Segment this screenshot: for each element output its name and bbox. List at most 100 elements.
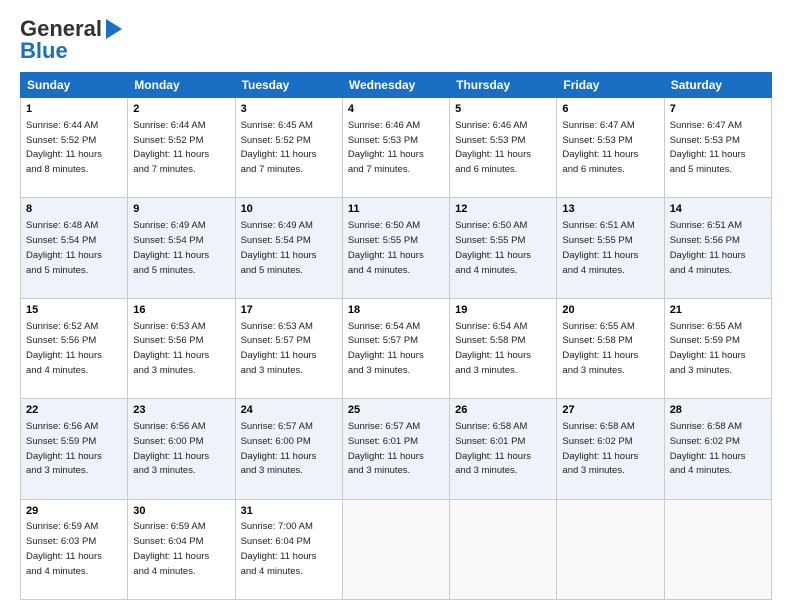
day-info: Sunrise: 6:50 AMSunset: 5:55 PMDaylight:… <box>348 220 424 275</box>
day-number: 2 <box>133 102 229 117</box>
day-info: Sunrise: 6:53 AMSunset: 5:56 PMDaylight:… <box>133 321 209 376</box>
day-number: 5 <box>455 102 551 117</box>
calendar-cell: 21 Sunrise: 6:55 AMSunset: 5:59 PMDayligh… <box>664 298 771 398</box>
day-number: 12 <box>455 202 551 217</box>
calendar-header-saturday: Saturday <box>664 73 771 98</box>
calendar-header-friday: Friday <box>557 73 664 98</box>
day-number: 10 <box>241 202 337 217</box>
day-number: 4 <box>348 102 444 117</box>
day-number: 13 <box>562 202 658 217</box>
day-info: Sunrise: 6:58 AMSunset: 6:02 PMDaylight:… <box>670 421 746 476</box>
day-number: 16 <box>133 303 229 318</box>
day-info: Sunrise: 6:51 AMSunset: 5:55 PMDaylight:… <box>562 220 638 275</box>
day-number: 1 <box>26 102 122 117</box>
calendar-cell: 23Sunrise: 6:56 AMSunset: 6:00 PMDayligh… <box>128 399 235 499</box>
calendar-cell: 30 Sunrise: 6:59 AMSunset: 6:04 PMDayligh… <box>128 499 235 599</box>
calendar-cell: 9 Sunrise: 6:49 AMSunset: 5:54 PMDaylight… <box>128 198 235 298</box>
day-info: Sunrise: 6:58 AMSunset: 6:01 PMDaylight:… <box>455 421 531 476</box>
day-number: 17 <box>241 303 337 318</box>
day-info: Sunrise: 6:52 AMSunset: 5:56 PMDaylight:… <box>26 321 102 376</box>
day-info: Sunrise: 6:48 AMSunset: 5:54 PMDaylight:… <box>26 220 102 275</box>
day-number: 20 <box>562 303 658 318</box>
day-info: Sunrise: 6:59 AMSunset: 6:03 PMDaylight:… <box>26 521 102 576</box>
calendar-cell: 25 Sunrise: 6:57 AMSunset: 6:01 PMDayligh… <box>342 399 449 499</box>
calendar-cell: 31 Sunrise: 7:00 AMSunset: 6:04 PMDayligh… <box>235 499 342 599</box>
calendar-cell: 27 Sunrise: 6:58 AMSunset: 6:02 PMDayligh… <box>557 399 664 499</box>
day-number: 27 <box>562 403 658 418</box>
calendar-header-wednesday: Wednesday <box>342 73 449 98</box>
day-number: 31 <box>241 504 337 519</box>
day-info: Sunrise: 6:59 AMSunset: 6:04 PMDaylight:… <box>133 521 209 576</box>
day-number: 26 <box>455 403 551 418</box>
day-info: Sunrise: 6:50 AMSunset: 5:55 PMDaylight:… <box>455 220 531 275</box>
calendar-cell: 1 Sunrise: 6:44 AMSunset: 5:52 PMDaylight… <box>21 98 128 198</box>
day-info: Sunrise: 6:57 AMSunset: 6:01 PMDaylight:… <box>348 421 424 476</box>
calendar-week-5: 29 Sunrise: 6:59 AMSunset: 6:03 PMDayligh… <box>21 499 772 599</box>
day-number: 25 <box>348 403 444 418</box>
logo: General Blue <box>20 16 122 64</box>
day-number: 11 <box>348 202 444 217</box>
day-info: Sunrise: 6:54 AMSunset: 5:58 PMDaylight:… <box>455 321 531 376</box>
day-number: 14 <box>670 202 766 217</box>
day-info: Sunrise: 6:55 AMSunset: 5:58 PMDaylight:… <box>562 321 638 376</box>
calendar-cell: 3 Sunrise: 6:45 AMSunset: 5:52 PMDaylight… <box>235 98 342 198</box>
day-info: Sunrise: 6:53 AMSunset: 5:57 PMDaylight:… <box>241 321 317 376</box>
day-number: 21 <box>670 303 766 318</box>
calendar-cell: 18 Sunrise: 6:54 AMSunset: 5:57 PMDayligh… <box>342 298 449 398</box>
calendar-cell: 12 Sunrise: 6:50 AMSunset: 5:55 PMDayligh… <box>450 198 557 298</box>
calendar-cell <box>342 499 449 599</box>
day-number: 29 <box>26 504 122 519</box>
day-info: Sunrise: 6:55 AMSunset: 5:59 PMDaylight:… <box>670 321 746 376</box>
calendar-cell: 2 Sunrise: 6:44 AMSunset: 5:52 PMDaylight… <box>128 98 235 198</box>
calendar-week-2: 8Sunrise: 6:48 AMSunset: 5:54 PMDaylight… <box>21 198 772 298</box>
header: General Blue <box>20 16 772 64</box>
calendar-cell: 19 Sunrise: 6:54 AMSunset: 5:58 PMDayligh… <box>450 298 557 398</box>
calendar-header-tuesday: Tuesday <box>235 73 342 98</box>
day-info: Sunrise: 6:44 AMSunset: 5:52 PMDaylight:… <box>133 120 209 175</box>
calendar-cell: 14 Sunrise: 6:51 AMSunset: 5:56 PMDayligh… <box>664 198 771 298</box>
day-number: 24 <box>241 403 337 418</box>
day-info: Sunrise: 6:56 AMSunset: 5:59 PMDaylight:… <box>26 421 102 476</box>
calendar-cell: 6 Sunrise: 6:47 AMSunset: 5:53 PMDaylight… <box>557 98 664 198</box>
calendar-cell: 24Sunrise: 6:57 AMSunset: 6:00 PMDayligh… <box>235 399 342 499</box>
day-info: Sunrise: 6:58 AMSunset: 6:02 PMDaylight:… <box>562 421 638 476</box>
calendar-cell: 11 Sunrise: 6:50 AMSunset: 5:55 PMDayligh… <box>342 198 449 298</box>
calendar-cell <box>664 499 771 599</box>
day-info: Sunrise: 6:44 AMSunset: 5:52 PMDaylight:… <box>26 120 102 175</box>
calendar-header-row: SundayMondayTuesdayWednesdayThursdayFrid… <box>21 73 772 98</box>
day-number: 30 <box>133 504 229 519</box>
calendar-cell: 4Sunrise: 6:46 AMSunset: 5:53 PMDaylight… <box>342 98 449 198</box>
day-number: 6 <box>562 102 658 117</box>
day-number: 9 <box>133 202 229 217</box>
calendar-cell: 5 Sunrise: 6:46 AMSunset: 5:53 PMDaylight… <box>450 98 557 198</box>
calendar-cell: 22 Sunrise: 6:56 AMSunset: 5:59 PMDayligh… <box>21 399 128 499</box>
calendar-cell <box>557 499 664 599</box>
day-info: Sunrise: 7:00 AMSunset: 6:04 PMDaylight:… <box>241 521 317 576</box>
day-info: Sunrise: 6:49 AMSunset: 5:54 PMDaylight:… <box>133 220 209 275</box>
day-info: Sunrise: 6:45 AMSunset: 5:52 PMDaylight:… <box>241 120 317 175</box>
calendar-week-1: 1 Sunrise: 6:44 AMSunset: 5:52 PMDaylight… <box>21 98 772 198</box>
calendar-cell: 26 Sunrise: 6:58 AMSunset: 6:01 PMDayligh… <box>450 399 557 499</box>
calendar-cell: 15 Sunrise: 6:52 AMSunset: 5:56 PMDayligh… <box>21 298 128 398</box>
calendar-header-monday: Monday <box>128 73 235 98</box>
day-info: Sunrise: 6:51 AMSunset: 5:56 PMDaylight:… <box>670 220 746 275</box>
calendar-cell <box>450 499 557 599</box>
day-number: 28 <box>670 403 766 418</box>
calendar-week-3: 15 Sunrise: 6:52 AMSunset: 5:56 PMDayligh… <box>21 298 772 398</box>
day-number: 22 <box>26 403 122 418</box>
day-number: 19 <box>455 303 551 318</box>
day-info: Sunrise: 6:47 AMSunset: 5:53 PMDaylight:… <box>562 120 638 175</box>
calendar-cell: 10Sunrise: 6:49 AMSunset: 5:54 PMDayligh… <box>235 198 342 298</box>
day-number: 18 <box>348 303 444 318</box>
page: General Blue SundayMondayTuesdayWednesda… <box>0 0 792 612</box>
day-number: 23 <box>133 403 229 418</box>
calendar-cell: 7Sunrise: 6:47 AMSunset: 5:53 PMDaylight… <box>664 98 771 198</box>
day-info: Sunrise: 6:54 AMSunset: 5:57 PMDaylight:… <box>348 321 424 376</box>
day-info: Sunrise: 6:46 AMSunset: 5:53 PMDaylight:… <box>455 120 531 175</box>
day-number: 3 <box>241 102 337 117</box>
calendar-cell: 8Sunrise: 6:48 AMSunset: 5:54 PMDaylight… <box>21 198 128 298</box>
logo-arrow-icon <box>106 19 122 39</box>
day-number: 15 <box>26 303 122 318</box>
logo-blue: Blue <box>20 38 68 64</box>
day-info: Sunrise: 6:47 AMSunset: 5:53 PMDaylight:… <box>670 120 746 175</box>
